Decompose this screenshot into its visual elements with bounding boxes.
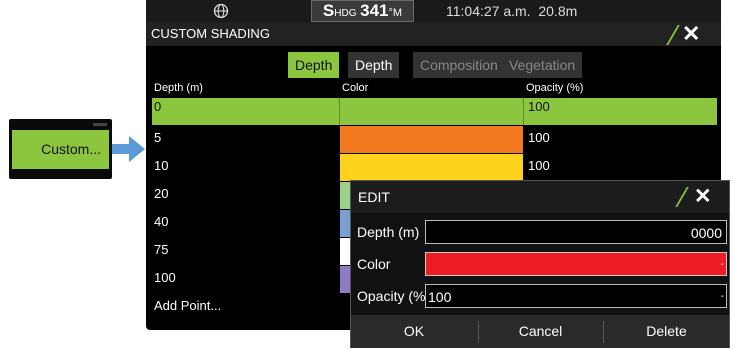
heading-readout: SHDG 341°M <box>311 0 414 22</box>
row-depth: 100 <box>154 270 176 285</box>
color-field-row: Color - <box>351 249 729 279</box>
opacity-field-row: Opacity (%) 100 - <box>351 281 729 311</box>
callout-decoration <box>93 123 107 126</box>
close-icon[interactable]: ✕ <box>694 184 712 209</box>
tab-composition[interactable]: Composition <box>413 52 505 78</box>
opacity-field-label: Opacity (%) <box>357 288 431 304</box>
tab-vegetation[interactable]: Vegetation <box>502 52 583 78</box>
table-row[interactable]: 0 100 <box>152 98 717 125</box>
depth-field-value: 0000 <box>690 225 722 241</box>
row-opacity: 100 <box>528 158 550 173</box>
delete-button[interactable]: Delete <box>604 315 729 348</box>
title-accent <box>666 25 680 45</box>
status-bar: SHDG 341°M 11:04:27 a.m. 20.8m <box>146 0 721 22</box>
dialog-button-bar: OK Cancel Delete <box>351 315 729 348</box>
row-depth: 75 <box>154 242 169 257</box>
row-opacity: 100 <box>528 130 550 145</box>
row-color-swatch[interactable] <box>340 154 523 181</box>
row-color-swatch[interactable] <box>340 126 523 153</box>
opacity-field[interactable]: 100 - <box>425 284 727 308</box>
depth-field-row: Depth (m) 0000 <box>351 217 729 247</box>
tab-depth-2[interactable]: Depth 2 <box>348 52 400 99</box>
ok-button[interactable]: OK <box>351 315 477 348</box>
color-field[interactable]: - <box>425 252 727 276</box>
window-title: CUSTOM SHADING <box>151 26 270 41</box>
row-color-swatch[interactable] <box>339 98 524 125</box>
depth-readout: 20.8m <box>538 3 578 19</box>
column-header-depth: Depth (m) <box>154 82 203 94</box>
heading-value: 341 <box>360 1 389 20</box>
row-depth: 5 <box>154 130 162 145</box>
opacity-dropdown-indicator: - <box>720 291 724 302</box>
opacity-field-value: 100 <box>428 289 452 305</box>
row-opacity: 100 <box>528 99 550 114</box>
color-field-label: Color <box>357 256 391 272</box>
clock-depth-readout: 11:04:27 a.m. 20.8m <box>446 0 577 22</box>
time-text: 11:04:27 a.m. <box>446 3 531 19</box>
depth-field[interactable]: 0000 <box>425 220 727 244</box>
heading-label: HDG <box>334 8 357 19</box>
globe-icon[interactable] <box>213 3 229 19</box>
row-depth: 40 <box>154 214 169 229</box>
heading-unit: °M <box>388 7 403 19</box>
add-point-label: Add Point... <box>154 298 222 313</box>
custom-button[interactable]: Custom... <box>12 130 109 169</box>
edit-dialog: EDIT ✕ Depth (m) 0000 Color - Opacity (%… <box>350 180 730 348</box>
edit-header-accent <box>675 187 689 207</box>
tab-depth-1[interactable]: Depth 1 <box>288 52 340 99</box>
heading-prefix: S <box>322 1 335 20</box>
row-depth: 0 <box>154 99 162 114</box>
cancel-button[interactable]: Cancel <box>479 315 602 348</box>
table-row[interactable]: 10 100 <box>152 154 717 181</box>
side-callout: Custom... <box>9 119 112 179</box>
color-dropdown-indicator: - <box>720 259 724 270</box>
title-bar: CUSTOM SHADING ✕ <box>146 21 721 47</box>
column-header-color: Color <box>342 82 369 94</box>
row-depth: 10 <box>154 158 169 173</box>
edit-dialog-title: EDIT <box>358 189 390 205</box>
close-icon[interactable]: ✕ <box>682 21 700 47</box>
arrow-right-icon <box>112 136 145 162</box>
row-depth: 20 <box>154 186 169 201</box>
table-row[interactable]: 5 100 <box>152 126 717 153</box>
edit-dialog-header: EDIT ✕ <box>351 181 729 213</box>
column-header-opacity: Opacity (%) <box>526 82 584 94</box>
depth-field-label: Depth (m) <box>357 224 420 240</box>
